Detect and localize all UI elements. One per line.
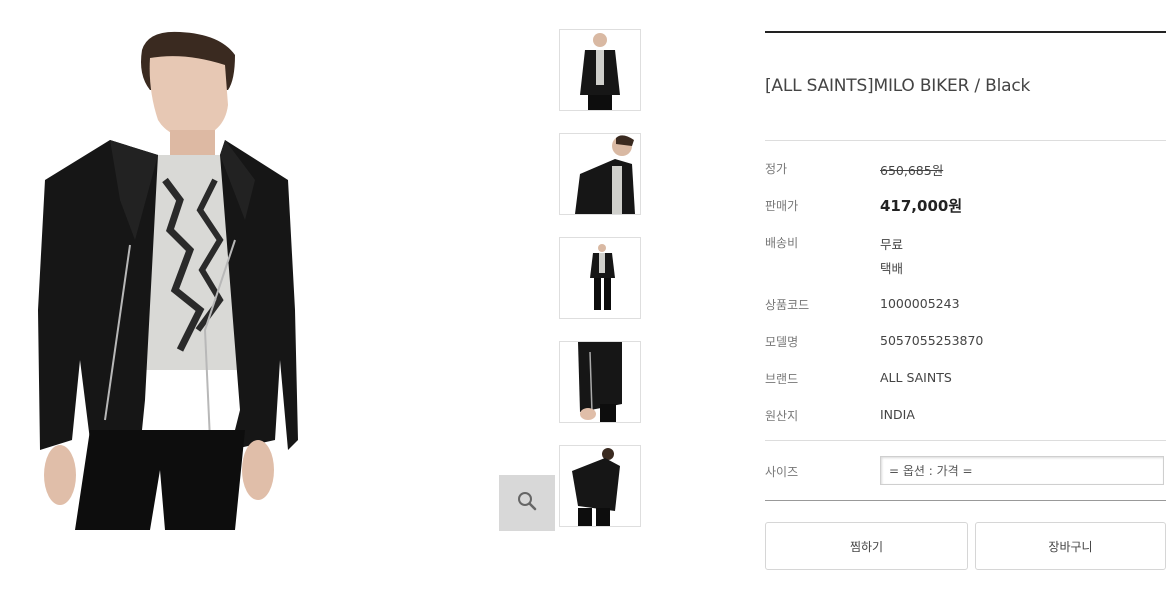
list-price-label: 정가 [765, 162, 788, 176]
product-title: [ALL SAINTS]MILO BIKER / Black [765, 76, 1031, 96]
origin-label: 원산지 [765, 409, 799, 423]
product-code-label: 상품코드 [765, 298, 810, 312]
brand-label: 브랜드 [765, 372, 799, 386]
product-info-panel: [ALL SAINTS]MILO BIKER / Black 정가 650,68… [765, 0, 1166, 599]
zoom-button[interactable] [499, 475, 555, 531]
main-product-image [30, 30, 305, 530]
model-label: 모델명 [765, 335, 799, 349]
shipping-method: 택배 [880, 261, 904, 276]
brand-value: ALL SAINTS [880, 370, 952, 385]
model-value: 5057055253870 [880, 333, 984, 348]
shipping-fee: 무료 [880, 237, 904, 252]
thumbnail-full-body[interactable] [559, 237, 641, 319]
thumbnail-angle[interactable] [559, 133, 641, 215]
list-price-value: 650,685원 [880, 163, 944, 178]
thumbnail-side[interactable] [559, 341, 641, 423]
magnifier-icon [517, 491, 537, 515]
product-code-value: 1000005243 [880, 296, 960, 311]
top-divider [765, 31, 1166, 33]
size-label: 사이즈 [765, 465, 799, 479]
thumbnail-back[interactable] [559, 445, 641, 527]
divider [765, 440, 1166, 441]
thumbnail-front[interactable] [559, 29, 641, 111]
add-to-cart-button[interactable]: 장바구니 [975, 522, 1166, 570]
cart-label: 장바구니 [1048, 539, 1093, 554]
wishlist-label: 찜하기 [849, 539, 884, 554]
shipping-label: 배송비 [765, 236, 799, 250]
sale-price-value: 417,000원 [880, 197, 963, 215]
origin-value: INDIA [880, 407, 915, 422]
divider [765, 500, 1166, 501]
divider [765, 140, 1166, 141]
thumbnail-list [559, 29, 641, 549]
size-select[interactable]: = 옵션 : 가격 = [880, 456, 1164, 485]
sale-price-label: 판매가 [765, 199, 799, 213]
wishlist-button[interactable]: 찜하기 [765, 522, 968, 570]
